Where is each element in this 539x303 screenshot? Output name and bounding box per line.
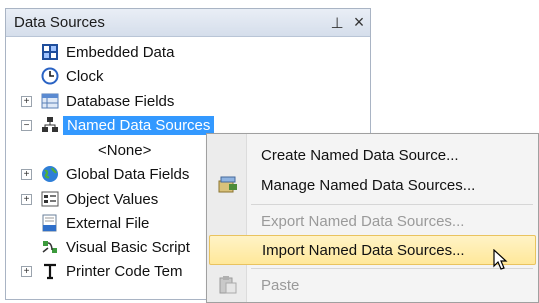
printer-code-icon (40, 261, 60, 281)
menu-separator (251, 268, 533, 269)
embedded-data-icon (40, 42, 60, 62)
tree-item-label: Database Fields (66, 92, 175, 110)
manage-icon (217, 175, 239, 195)
collapse-toggle[interactable]: − (21, 120, 32, 131)
clock-icon (40, 66, 60, 86)
named-data-sources-icon (40, 115, 60, 135)
external-file-icon (40, 213, 60, 233)
menu-separator (251, 204, 533, 205)
mouse-cursor-icon (493, 248, 509, 275)
tree-item-printer-code-templates[interactable]: Printer Code Tem (40, 259, 182, 283)
tree-item-embedded-data[interactable]: Embedded Data (40, 40, 174, 64)
expand-toggle[interactable]: + (21, 266, 32, 277)
globe-icon (40, 164, 60, 184)
tree-item-global-data-fields[interactable]: Global Data Fields (40, 162, 189, 186)
expand-toggle[interactable]: + (21, 96, 32, 107)
tree-item-label: Object Values (66, 190, 159, 208)
tree-item-label: External File (66, 214, 150, 232)
menu-item-paste[interactable]: Paste (209, 270, 536, 300)
object-values-icon (40, 189, 60, 209)
menu-item-create-named-data-source[interactable]: Create Named Data Source... (209, 140, 536, 170)
tree-item-clock[interactable]: Clock (40, 64, 104, 88)
tree-item-none[interactable]: <None> (98, 138, 151, 162)
tree-item-object-values[interactable]: Object Values (40, 187, 158, 211)
tree-item-label: Embedded Data (66, 43, 175, 61)
tree-item-label: Global Data Fields (66, 165, 190, 183)
expand-toggle[interactable]: + (21, 194, 32, 205)
context-menu: Create Named Data Source... Manage Named… (206, 133, 539, 303)
tree-item-label: <None> (98, 141, 152, 159)
tree-item-database-fields[interactable]: Database Fields (40, 89, 174, 113)
tree-item-label: Visual Basic Script (66, 238, 190, 256)
database-fields-icon (40, 91, 60, 111)
tree-item-label: Printer Code Tem (66, 262, 183, 280)
close-icon[interactable]: × (348, 12, 370, 33)
tree-item-label: Clock (66, 67, 104, 85)
menu-item-label: Paste (261, 276, 300, 294)
script-icon (40, 237, 60, 257)
panel-title: Data Sources (14, 14, 105, 31)
menu-item-label: Import Named Data Sources... (262, 241, 465, 259)
tree-item-external-file[interactable]: External File (40, 211, 149, 235)
panel-header: Data Sources ⊥ × (6, 9, 370, 37)
menu-item-export-named-data-sources[interactable]: Export Named Data Sources... (209, 206, 536, 236)
paste-icon (217, 275, 239, 295)
menu-item-label: Manage Named Data Sources... (261, 176, 476, 194)
tree-item-visual-basic-script[interactable]: Visual Basic Script (40, 235, 190, 259)
menu-item-label: Export Named Data Sources... (261, 212, 465, 230)
expand-toggle[interactable]: + (21, 169, 32, 180)
tree-item-label: Named Data Sources (63, 115, 215, 135)
tree-item-named-data-sources[interactable]: Named Data Sources (40, 113, 215, 137)
menu-item-manage-named-data-sources[interactable]: Manage Named Data Sources... (209, 170, 536, 200)
pin-icon[interactable]: ⊥ (326, 14, 348, 32)
menu-item-label: Create Named Data Source... (261, 146, 459, 164)
menu-item-import-named-data-sources[interactable]: Import Named Data Sources... (209, 235, 536, 265)
